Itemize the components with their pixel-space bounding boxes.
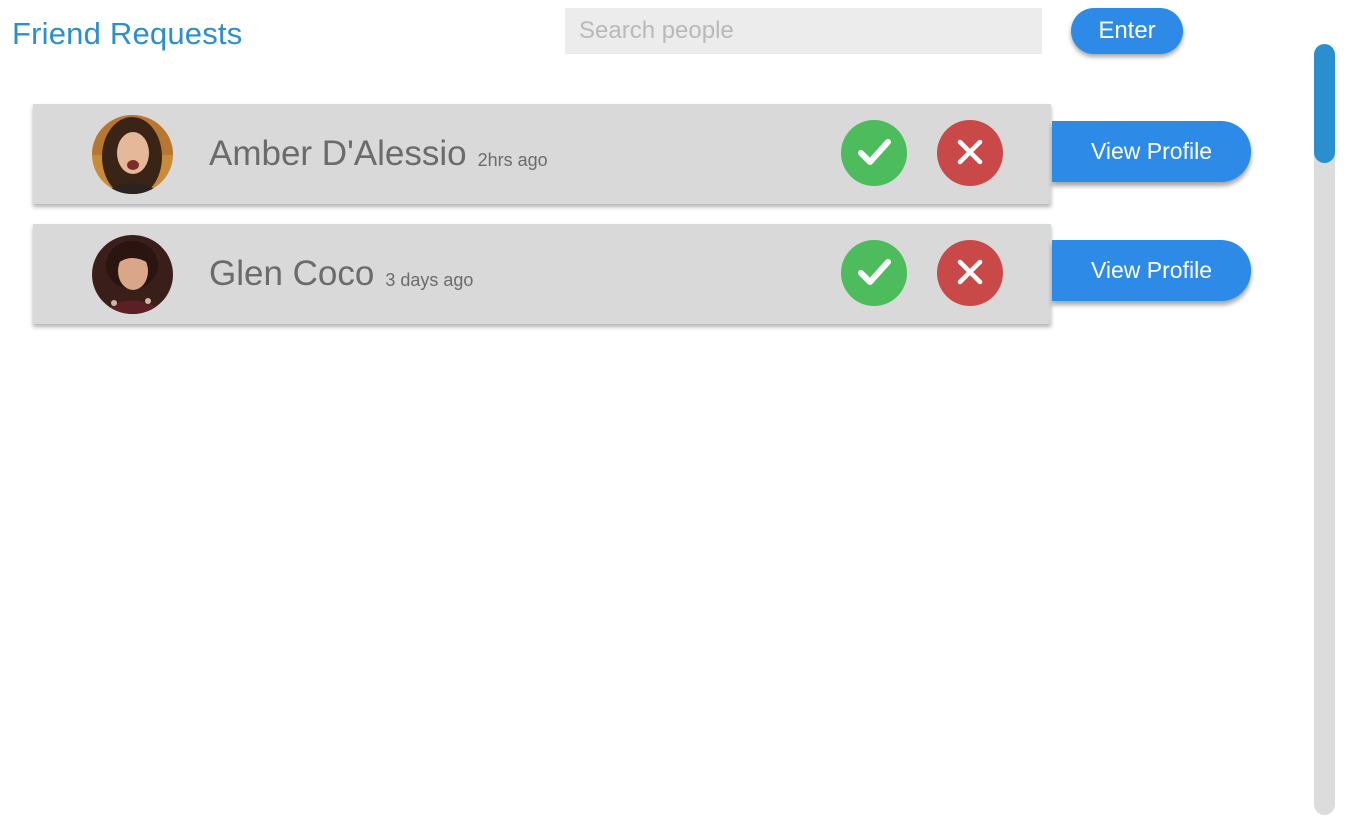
request-time: 3 days ago	[385, 269, 474, 290]
close-icon	[955, 137, 985, 170]
search-input[interactable]	[565, 8, 1042, 54]
requester-name: Glen Coco	[209, 254, 375, 293]
decline-request-button[interactable]	[937, 240, 1003, 306]
accept-request-button[interactable]	[841, 120, 907, 186]
decline-request-button[interactable]	[937, 120, 1003, 186]
request-time: 2hrs ago	[477, 149, 548, 170]
close-icon	[955, 257, 985, 290]
enter-button[interactable]: Enter	[1071, 8, 1183, 54]
avatar[interactable]	[92, 235, 173, 314]
check-icon	[853, 131, 895, 176]
avatar[interactable]	[92, 115, 173, 194]
page-title: Friend Requests	[12, 16, 243, 51]
check-icon	[853, 251, 895, 296]
friend-request-row: Glen Coco 3 days ago	[33, 224, 1051, 324]
view-profile-button[interactable]: View Profile	[1052, 240, 1251, 301]
scrollbar-track[interactable]	[1314, 44, 1335, 815]
view-profile-button[interactable]: View Profile	[1052, 121, 1251, 182]
friend-request-row: Amber D'Alessio 2hrs ago	[33, 104, 1051, 204]
requester-name: Amber D'Alessio	[209, 134, 467, 173]
scrollbar-thumb[interactable]	[1314, 44, 1335, 163]
accept-request-button[interactable]	[841, 240, 907, 306]
